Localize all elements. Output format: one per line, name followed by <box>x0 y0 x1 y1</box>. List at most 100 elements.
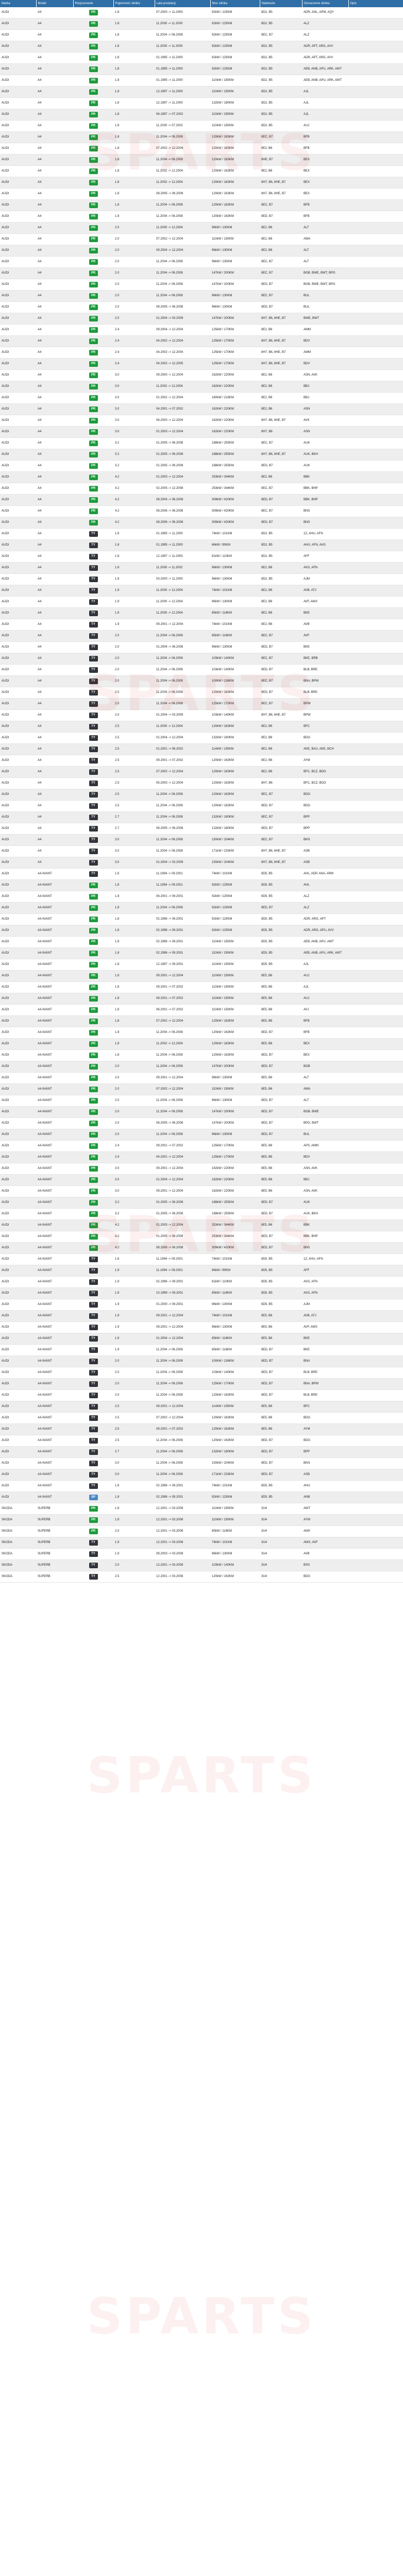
table-row[interactable]: AUDI A4 AVANT TY 1.9 09.2001 -> 12.2004 96kW … <box>0 1321 403 1333</box>
table-row[interactable]: AUDI A4 PR 3.0 11.2002 -> 12.2004 162kW / 220… <box>0 381 403 393</box>
table-row[interactable]: AUDI A4 TY 3.0 01.2004 -> 03.2009 150kW / 204… <box>0 857 403 869</box>
table-row[interactable]: AUDI A4 AVANT TY 1.9 11.2004 -> 06.2008 85kW … <box>0 1344 403 1356</box>
table-row[interactable]: AUDI A4 AVANT PR 1.8 02.1996 -> 09.2001 110kW… <box>0 947 403 959</box>
table-row[interactable]: AUDI A4 AVANT PR 1.8 11.2002 -> 12.2004 120kW… <box>0 1038 403 1050</box>
table-row[interactable]: AUDI A4 AVANT TY 2.5 11.2004 -> 06.2008 120kW… <box>0 1435 403 1447</box>
table-row[interactable]: AUDI A4 PR 1.8 11.2004 -> 06.2008 120kW / 163… <box>0 211 403 223</box>
table-row[interactable]: AUDI A4 TY 1.9 11.2000 -> 12.2004 85kW / 116K… <box>0 607 403 619</box>
table-row[interactable]: SKODA SUPERB PR 1.8 12.2001 -> 03.2008 110kW … <box>0 1503 403 1515</box>
table-row[interactable]: AUDI A4 PR 2.4 04.2002 -> 12.2004 125kW / 170… <box>0 347 403 359</box>
table-row[interactable]: SKODA SUPERB PR 2.0 12.2001 -> 03.2008 85kW /… <box>0 1526 403 1537</box>
table-row[interactable]: AUDI A4 PR 1.8 01.1995 -> 11.2000 92kW / 125K… <box>0 52 403 64</box>
table-row[interactable]: AUDI A4 AVANT PR 2.0 11.2004 -> 06.2008 147kW… <box>0 1106 403 1118</box>
table-row[interactable]: AUDI A4 PR 1.8 11.2000 -> 07.2002 110kW / 150… <box>0 120 403 132</box>
table-row[interactable]: AUDI A4 TY 3.0 11.2004 -> 06.2008 171kW / 233… <box>0 845 403 857</box>
table-row[interactable]: AUDI A4 AVANT PR 4.2 08.2006 -> 06.2008 309kW… <box>0 1242 403 1254</box>
table-row[interactable]: AUDI A4 AVANT PR 1.8 12.1997 -> 09.2001 110kW… <box>0 959 403 971</box>
table-row[interactable]: AUDI A4 PR 4.2 08.2004 -> 06.2008 309kW / 420… <box>0 494 403 506</box>
table-row[interactable]: SKODA SUPERB PR 1.8 12.2001 -> 03.2008 110kW … <box>0 1514 403 1526</box>
header-power[interactable]: Moc silnika <box>210 0 260 7</box>
table-row[interactable]: AUDI A4 AVANT PR 1.8 02.1996 -> 09.2001 92kW … <box>0 913 403 925</box>
table-row[interactable]: AUDI A4 PR 1.8 12.1997 -> 11.2000 132kW / 180… <box>0 97 403 109</box>
table-row[interactable]: AUDI A4 PR 2.0 11.2004 -> 06.2008 147kW / 200… <box>0 267 403 279</box>
table-row[interactable]: AUDI A4 PR 1.8 01.1995 -> 11.2000 110kW / 150… <box>0 75 403 87</box>
table-row[interactable]: AUDI A4 AVANT TY 2.0 11.2004 -> 06.2008 125kW… <box>0 1378 403 1390</box>
table-row[interactable]: AUDI A4 AVANT PR 2.0 08.2005 -> 06.2008 147kW… <box>0 1117 403 1129</box>
header-description[interactable]: Opis <box>348 0 403 7</box>
table-row[interactable]: AUDI A4 AVANT SP 1.8 02.1996 -> 09.2001 92kW … <box>0 1492 403 1503</box>
table-row[interactable]: AUDI A4 PR 1.8 11.2004 -> 06.2008 120kW / 163… <box>0 199 403 211</box>
table-row[interactable]: AUDI A4 PR 1.8 12.1997 -> 11.2000 110kW / 150… <box>0 86 403 98</box>
table-row[interactable]: AUDI A4 AVANT TY 1.9 01.2004 -> 12.2004 85kW … <box>0 1333 403 1345</box>
table-row[interactable]: AUDI A4 AVANT TY 1.9 10.1999 -> 09.2001 85kW … <box>0 1287 403 1299</box>
table-row[interactable]: AUDI A4 PR 3.0 01.2002 -> 12.2004 160kW / 218… <box>0 392 403 404</box>
table-row[interactable]: AUDI A4 TY 2.0 11.2004 -> 06.2008 100kW / 136… <box>0 675 403 687</box>
table-row[interactable]: AUDI A4 AVANT TY 1.9 11.1994 -> 09.2001 66kW … <box>0 1265 403 1277</box>
table-row[interactable]: AUDI A4 TY 2.5 11.2000 -> 12.2004 120kW / 163… <box>0 721 403 733</box>
table-row[interactable]: AUDI A4 PR 1.8 11.2000 -> 11.2000 92kW / 125K… <box>0 41 403 53</box>
table-row[interactable]: AUDI A4 PR 2.0 11.2004 -> 06.2008 147kW / 200… <box>0 279 403 291</box>
table-row[interactable]: AUDI A4 AVANT PR 3.0 01.2004 -> 12.2004 162kW… <box>0 1174 403 1186</box>
table-row[interactable]: AUDI A4 TY 2.5 07.2002 -> 12.2004 120kW / 163… <box>0 766 403 778</box>
table-row[interactable]: AUDI A4 AVANT TY 1.9 09.2001 -> 12.2004 74kW … <box>0 1310 403 1322</box>
table-row[interactable]: AUDI A4 PR 1.8 01.1995 -> 11.2000 92kW / 125K… <box>0 63 403 75</box>
table-row[interactable]: AUDI A4 AVANT TY 2.5 09.2001 -> 12.2004 114kW… <box>0 1401 403 1413</box>
table-row[interactable]: AUDI A4 TY 1.8 11.2000 -> 11.2002 96kW / 130K… <box>0 562 403 574</box>
table-row[interactable]: AUDI A4 TY 2.5 11.2004 -> 06.2008 120kW / 163… <box>0 789 403 801</box>
table-row[interactable]: AUDI A4 PR 2.0 08.2005 -> 06.2008 96kW / 130K… <box>0 301 403 313</box>
table-row[interactable]: AUDI A4 TY 1.9 11.2000 -> 12.2004 96kW / 130K… <box>0 596 403 608</box>
table-row[interactable]: AUDI A4 AVANT TY 2.0 11.2004 -> 06.2008 103kW… <box>0 1367 403 1379</box>
table-row[interactable]: AUDI A4 AVANT TY 2.5 07.2002 -> 12.2004 120kW… <box>0 1412 403 1424</box>
header-capacity[interactable]: Pojemność silnika <box>113 0 155 7</box>
table-row[interactable]: AUDI A4 TY 2.5 01.2004 -> 12.2004 132kW / 180… <box>0 732 403 744</box>
table-row[interactable]: AUDI A4 AVANT TY 1.6 11.1994 -> 09.2001 74kW … <box>0 1253 403 1265</box>
table-row[interactable]: AUDI A4 AVANT TY 1.9 01.2000 -> 09.2001 96kW … <box>0 1299 403 1311</box>
table-row[interactable]: SKODA SUPERB TY 2.0 12.2001 -> 03.2008 103kW … <box>0 1560 403 1571</box>
header-brand[interactable]: Marka <box>0 0 37 7</box>
table-row[interactable]: AUDI A4 PR 2.4 04.2002 -> 12.2005 125kW / 170… <box>0 358 403 370</box>
table-row[interactable]: AUDI A4 TY 2.0 11.2004 -> 06.2008 125kW / 170… <box>0 698 403 710</box>
table-row[interactable]: AUDI A4 TY 2.0 11.2004 -> 06.2008 85kW / 116K… <box>0 630 403 642</box>
table-row[interactable]: AUDI A4 AVANT PR 2.0 11.2004 -> 06.2008 96kW … <box>0 1095 403 1107</box>
table-row[interactable]: AUDI A4 AVANT PR 2.0 11.2004 -> 06.2008 96kW … <box>0 1129 403 1141</box>
table-row[interactable]: AUDI A4 AVANT PR 2.4 09.2001 -> 07.2002 125kW… <box>0 1140 403 1152</box>
table-row[interactable]: AUDI A4 AVANT TY 1.6 02.1996 -> 09.2001 74kW … <box>0 1480 403 1492</box>
table-row[interactable]: AUDI A4 PR 3.0 01.2003 -> 12.2004 162kW / 220… <box>0 426 403 438</box>
table-row[interactable]: AUDI A4 TY 1.9 09.2001 -> 12.2004 74kW / 101K… <box>0 619 403 631</box>
table-row[interactable]: AUDI A4 AVANT PR 1.8 11.2004 -> 06.2008 120kW… <box>0 1027 403 1039</box>
header-years[interactable]: Lata produkcji <box>155 0 211 7</box>
table-row[interactable]: AUDI A4 PR 3.0 04.2001 -> 07.2002 162kW / 220… <box>0 403 403 415</box>
table-row[interactable]: AUDI A4 PR 2.4 09.2004 -> 12.2004 125kW / 170… <box>0 324 403 336</box>
table-row[interactable]: AUDI A4 AVANT TY 2.0 11.2004 -> 06.2008 120kW… <box>0 1389 403 1401</box>
table-row[interactable]: AUDI A4 TY 1.9 11.2000 -> 12.2004 74kW / 101K… <box>0 585 403 597</box>
table-row[interactable]: AUDI A4 TY 3.0 11.2004 -> 06.2008 150kW / 204… <box>0 834 403 846</box>
table-row[interactable]: AUDI A4 PR 1.8 11.2000 -> 11.2000 92kW / 125K… <box>0 18 403 30</box>
header-model[interactable]: Model <box>36 0 74 7</box>
table-row[interactable]: AUDI A4 TY 2.7 08.2005 -> 06.2008 132kW / 180… <box>0 823 403 835</box>
header-engine-code[interactable]: Oznaczenie silnika <box>302 0 349 7</box>
table-row[interactable]: AUDI A4 PR 2.4 04.2002 -> 12.2004 125kW / 170… <box>0 335 403 347</box>
table-row[interactable]: AUDI A4 TY 2.5 05.2003 -> 12.2004 120kW / 163… <box>0 777 403 789</box>
table-row[interactable]: AUDI A4 TY 2.5 09.2001 -> 07.2002 120kW / 163… <box>0 755 403 767</box>
table-row[interactable]: AUDI A4 AVANT PR 1.8 02.1996 -> 09.2001 92kW … <box>0 925 403 937</box>
table-row[interactable]: AUDI A4 PR 1.8 11.2004 -> 06.2008 92kW / 125K… <box>0 29 403 41</box>
table-row[interactable]: AUDI A4 PR 2.0 11.2004 -> 06.2008 96kW / 130K… <box>0 256 403 268</box>
table-row[interactable]: AUDI A4 TY 1.8 01.1995 -> 11.2000 66kW / 90KM… <box>0 539 403 551</box>
header-position[interactable]: Rozpoznanie <box>73 0 114 7</box>
table-row[interactable]: AUDI A4 TY 2.0 11.2004 -> 06.2008 120kW / 163… <box>0 687 403 699</box>
table-row[interactable]: AUDI A4 AVANT PR 1.8 06.2001 -> 07.2002 110kW… <box>0 1004 403 1016</box>
table-row[interactable]: AUDI A4 PR 4.2 08.2006 -> 06.2008 309kW / 420… <box>0 505 403 517</box>
table-row[interactable]: AUDI A4 AVANT PR 2.0 09.2001 -> 12.2004 96kW … <box>0 1072 403 1084</box>
table-row[interactable]: AUDI A4 AVANT PR 1.8 11.1994 -> 09.2001 92kW … <box>0 879 403 891</box>
table-row[interactable]: SKODA SUPERB TY 2.5 12.2001 -> 03.2008 120kW … <box>0 1571 403 1583</box>
table-row[interactable]: AUDI A4 AVANT PR 3.0 09.2001 -> 12.2004 162kW… <box>0 1185 403 1197</box>
table-row[interactable]: AUDI A4 TY 2.0 11.2004 -> 06.2008 103kW / 140… <box>0 664 403 676</box>
table-row[interactable]: AUDI A4 PR 1.8 07.2000 -> 11.2000 92kW / 125K… <box>0 7 403 19</box>
table-row[interactable]: AUDI A4 PR 2.0 11.2004 -> 06.2008 96kW / 130K… <box>0 290 403 302</box>
table-row[interactable]: AUDI A4 PR 1.8 11.2002 -> 12.2004 120kW / 163… <box>0 177 403 189</box>
table-row[interactable]: AUDI A4 TY 2.5 01.2001 -> 06.2002 114kW / 155… <box>0 743 403 755</box>
table-row[interactable]: SKODA SUPERB TY 1.9 08.2003 -> 03.2008 96kW /… <box>0 1548 403 1560</box>
table-row[interactable]: AUDI A4 PR 3.0 09.2000 -> 12.2004 162kW / 220… <box>0 369 403 381</box>
table-row[interactable]: AUDI A4 AVANT PR 1.8 09.2001 -> 07.2002 110kW… <box>0 993 403 1005</box>
table-row[interactable]: AUDI A4 PR 2.0 01.2004 -> 03.2009 147kW / 200… <box>0 313 403 325</box>
